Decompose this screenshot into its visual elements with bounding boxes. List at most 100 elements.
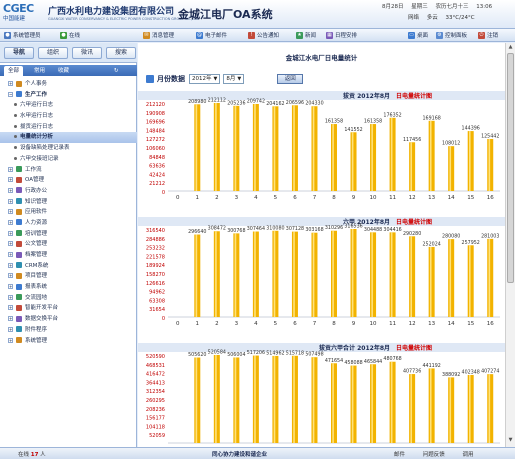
tab-navigation[interactable]: 导航 [4, 47, 34, 59]
chart-title: 拔贡 2012年8月 [343, 92, 390, 100]
email-button[interactable]: @ 电子邮件 [196, 31, 227, 39]
online-users[interactable]: 在线 17 人 [18, 450, 46, 458]
mail-link[interactable]: 邮件 [394, 452, 405, 458]
sidebar-item[interactable]: + 交流园地 [0, 293, 137, 304]
expand-icon[interactable]: + [8, 81, 13, 86]
sidebar-item[interactable]: + 系统管理 [0, 336, 137, 347]
bar-highlight [390, 232, 393, 317]
sidebar-item[interactable]: + 项目管理 [0, 271, 137, 282]
expand-icon[interactable]: + [8, 326, 13, 332]
bar-highlight [371, 364, 373, 443]
bar-highlight [273, 355, 276, 443]
sidebar-item[interactable]: + OA管理 [0, 175, 137, 186]
sidebar-item[interactable]: + 报表系统 [0, 282, 137, 293]
expand-icon[interactable]: + [8, 198, 13, 204]
expand-icon[interactable]: + [8, 316, 13, 322]
calendar-button[interactable]: ▦ 日程安排 [326, 31, 357, 39]
y-tick-label: 416472 [146, 372, 165, 378]
expand-icon[interactable]: + [8, 294, 13, 300]
sidebar-item[interactable]: + 工作流 [0, 165, 137, 176]
main-scrollbar[interactable]: ▲ ▼ [505, 43, 515, 447]
network-link[interactable]: 网络 [408, 15, 419, 21]
expand-icon[interactable]: + [8, 166, 13, 172]
sidebar-item[interactable]: 设备缺陷处理记录表 [0, 143, 137, 154]
sidebar-item[interactable]: + 应用软件 [0, 207, 137, 218]
subtab-common[interactable]: 常用 [30, 66, 49, 76]
invoke-link[interactable]: 调用 [463, 452, 474, 458]
bullet-icon [14, 156, 17, 160]
control-panel-button[interactable]: ⚙ 控制面板 [436, 31, 467, 39]
expand-icon[interactable]: + [8, 273, 13, 279]
expand-icon[interactable]: + [8, 177, 13, 183]
subtab-favorites[interactable]: 收藏 [54, 66, 73, 76]
sidebar-item[interactable]: + 个人事务 [0, 79, 137, 90]
chart-total-svg: 拔贡六甲合计 2012年8月 日电量统计图 520590 468531 416472 36… [138, 343, 505, 444]
expand-icon[interactable]: + [8, 305, 13, 311]
collapse-icon[interactable]: − [8, 91, 13, 97]
scrollbar-thumb[interactable] [507, 53, 514, 283]
current-user[interactable]: ● 系统管理员 [4, 31, 41, 39]
sidebar-item[interactable]: + 公文管理 [0, 239, 137, 250]
tab-organization[interactable]: 组织 [38, 47, 68, 59]
expand-icon[interactable]: + [8, 219, 13, 225]
tab-search[interactable]: 搜索 [106, 47, 136, 59]
x-tick-label: 7 [313, 195, 317, 201]
expand-icon[interactable]: + [8, 187, 13, 193]
sidebar-item[interactable]: + 行政办公 [0, 186, 137, 197]
expand-icon[interactable]: + [8, 241, 13, 247]
expand-icon[interactable]: + [8, 337, 13, 343]
sidebar-item[interactable]: 拔贡运行日志 [0, 122, 137, 133]
sidebar-item[interactable]: − 生产工作 [0, 90, 137, 101]
sidebar-item[interactable]: 水甲运行日志 [0, 111, 137, 122]
y-tick-label: 208236 [146, 407, 165, 413]
bar-value-label: 144396 [462, 126, 480, 132]
status-links: 邮件 问题反馈 调用 [394, 450, 490, 458]
sidebar-item[interactable]: + 数据交换平台 [0, 314, 137, 325]
online-status[interactable]: ● 在线 [60, 31, 80, 39]
sidebar-item[interactable]: 六甲交接班记录 [0, 154, 137, 165]
sidebar-item[interactable]: + 知识管理 [0, 197, 137, 208]
bar-value-label: 458088 [344, 360, 362, 366]
logout-button[interactable]: ⏻ 注销 [478, 31, 498, 39]
scroll-down-icon[interactable]: ▼ [507, 437, 514, 445]
sidebar-item[interactable]: + 人力资源 [0, 218, 137, 229]
sidebar-item[interactable]: 电量统计分析 [0, 132, 137, 144]
bar [389, 361, 396, 443]
notice-icon: ! [248, 31, 255, 39]
expand-icon[interactable]: + [8, 230, 13, 236]
sidebar-item[interactable]: + 档案管理 [0, 250, 137, 261]
sidebar-item-label: 个人事务 [25, 81, 48, 87]
folder-icon [16, 315, 22, 322]
sidebar-item[interactable]: + 培训管理 [0, 229, 137, 240]
desktop-button[interactable]: ▭ 桌面 [408, 31, 428, 39]
expand-icon[interactable]: + [8, 209, 13, 215]
bar [272, 230, 279, 317]
sidebar-item[interactable]: + 智能开发平台 [0, 303, 137, 314]
sidebar-item[interactable]: 六甲运行日志 [0, 100, 137, 111]
subtab-all[interactable]: 全部 [4, 66, 24, 76]
folder-icon [16, 262, 22, 269]
chart-title-highlight: 日电量统计图 [396, 92, 432, 100]
bar [194, 104, 201, 191]
sidebar-item[interactable]: + CRM系统 [0, 261, 137, 272]
refresh-icon[interactable]: ↻ [110, 66, 123, 76]
x-tick-label: 3 [235, 195, 239, 201]
x-tick-label: 5 [274, 195, 278, 201]
scroll-up-icon[interactable]: ▲ [507, 44, 514, 52]
x-tick-label: 16 [487, 321, 494, 327]
expand-icon[interactable]: + [8, 262, 13, 268]
year-select[interactable]: 2012年 ▼ [189, 73, 221, 84]
chevron-down-icon: ▼ [237, 75, 242, 82]
sidebar-item-label: 智能开发平台 [25, 305, 59, 312]
sidebar-item[interactable]: + 附件程序 [0, 325, 137, 336]
expand-icon[interactable]: + [8, 252, 13, 257]
tab-micro-message[interactable]: 微讯 [72, 47, 102, 59]
expand-icon[interactable]: + [8, 284, 13, 290]
notice-button[interactable]: ! 公告通知 [248, 31, 279, 39]
message-management-button[interactable]: ✉ 消息管理 [143, 31, 174, 39]
news-button[interactable]: ★ 新闻 [296, 31, 316, 39]
feedback-link[interactable]: 问题反馈 [423, 452, 445, 458]
month-select[interactable]: 8月 ▼ [223, 73, 245, 84]
back-button[interactable]: 返回 [277, 73, 304, 84]
company-name-en: GUANGXI WATER CONSERVANCY & ELECTRIC POW… [48, 17, 199, 21]
